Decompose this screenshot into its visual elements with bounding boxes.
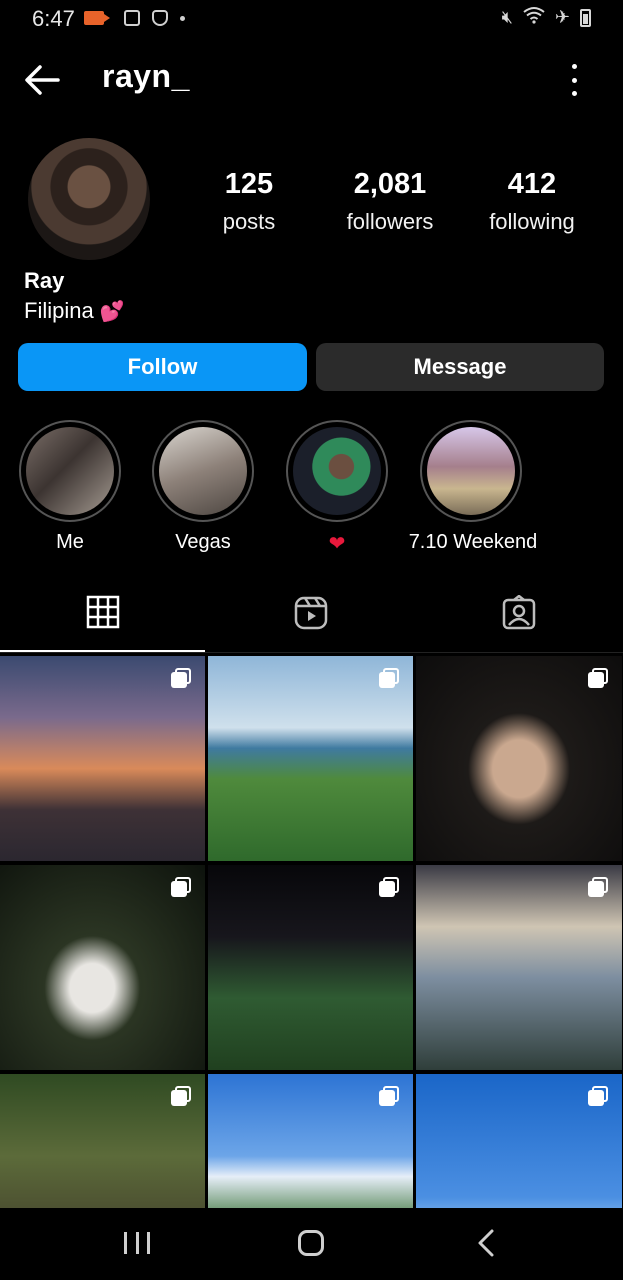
post-thumbnail[interactable] <box>0 865 205 1070</box>
nav-back-icon[interactable] <box>476 1228 496 1258</box>
carousel-icon <box>588 877 608 897</box>
carousel-icon <box>588 1086 608 1106</box>
more-options-icon[interactable] <box>560 64 588 96</box>
wifi-icon <box>523 6 545 29</box>
heart-icon: ❤ <box>328 533 346 555</box>
avatar[interactable] <box>28 138 150 260</box>
highlight-me[interactable]: Me <box>18 420 122 554</box>
highlight-label: Vegas <box>175 531 231 553</box>
recent-apps-icon[interactable] <box>124 1232 150 1254</box>
followers-label: followers <box>346 209 434 234</box>
screen-record-icon <box>84 11 110 25</box>
posts-grid <box>0 656 623 1279</box>
following-label: following <box>489 209 575 234</box>
notification-dot-icon <box>180 15 185 21</box>
posts-stat: 125 posts <box>204 168 294 235</box>
carousel-icon <box>588 668 608 688</box>
carousel-icon <box>379 877 399 897</box>
battery-icon <box>580 8 591 27</box>
highlight-vegas[interactable]: Vegas <box>151 420 255 554</box>
carousel-icon <box>171 1086 191 1106</box>
grid-icon[interactable] <box>86 595 122 631</box>
tagged-icon[interactable] <box>501 594 537 631</box>
highlight-cover <box>286 420 388 522</box>
posts-count: 125 <box>224 168 274 200</box>
status-time: 6:47 <box>32 6 75 31</box>
followers-count: 2,081 <box>353 168 427 200</box>
tab-divider <box>0 652 623 653</box>
profile-bio: Filipina 💕 <box>24 298 125 324</box>
active-tab-indicator <box>0 650 205 652</box>
follow-button[interactable]: Follow <box>18 343 307 391</box>
followers-stat[interactable]: 2,081 followers <box>330 168 450 235</box>
posts-label: posts <box>222 209 276 234</box>
following-count: 412 <box>507 168 557 200</box>
two-hearts-icon: 💕 <box>99 301 125 323</box>
post-thumbnail[interactable] <box>208 656 413 861</box>
airplane-icon: ✈︎ <box>554 7 570 27</box>
profile-name: Ray <box>24 268 65 293</box>
search-doc-icon <box>124 10 140 26</box>
home-icon[interactable] <box>298 1230 324 1256</box>
bio-text: Filipina <box>24 298 94 323</box>
carousel-icon <box>379 668 399 688</box>
highlight-label: Me <box>56 531 84 553</box>
status-icons-left <box>84 8 185 28</box>
highlight-heart[interactable]: ❤ <box>285 420 389 556</box>
highlight-cover <box>152 420 254 522</box>
post-thumbnail[interactable] <box>416 865 622 1070</box>
status-icons-right: 🔇︎ ✈︎ <box>502 6 591 29</box>
post-thumbnail[interactable] <box>208 865 413 1070</box>
highlight-cover <box>420 420 522 522</box>
carousel-icon <box>379 1086 399 1106</box>
carousel-icon <box>171 668 191 688</box>
profile-username: rayn_ <box>102 58 190 94</box>
reels-icon[interactable] <box>293 595 329 631</box>
highlight-7-10-weekend[interactable]: 7.10 Weekend <box>409 420 537 554</box>
following-stat[interactable]: 412 following <box>474 168 590 235</box>
carousel-icon <box>171 877 191 897</box>
mute-icon: 🔇︎ <box>501 7 513 27</box>
post-thumbnail[interactable] <box>0 656 205 861</box>
highlight-cover <box>19 420 121 522</box>
shield-icon <box>152 10 168 26</box>
post-thumbnail[interactable] <box>416 656 622 861</box>
message-button[interactable]: Message <box>316 343 604 391</box>
highlight-label: 7.10 Weekend <box>408 531 538 553</box>
back-arrow-icon[interactable] <box>22 60 62 100</box>
